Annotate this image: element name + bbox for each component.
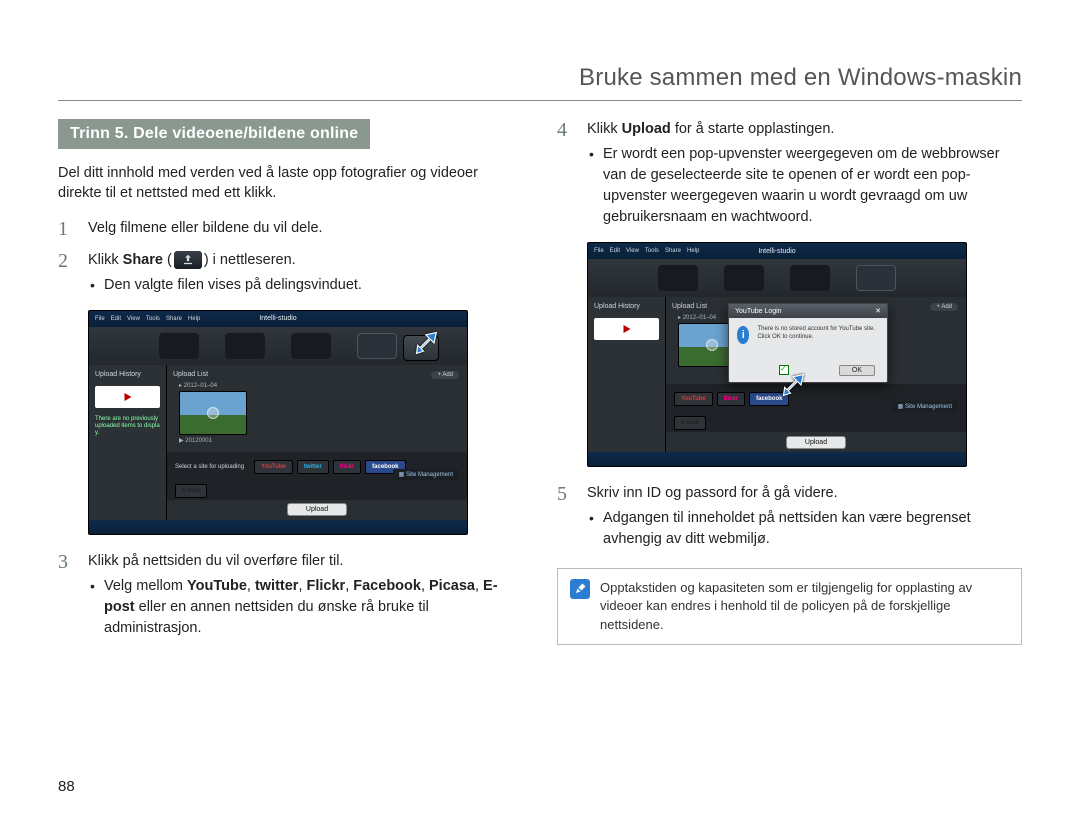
app-title: Intelli-studio [259, 311, 296, 327]
text-fragment: Klikk [88, 252, 123, 268]
filename: ▶ 20120001 [179, 437, 461, 444]
menu-item: Tools [146, 316, 160, 322]
menu-item: Help [188, 316, 200, 322]
ok-button: OK [839, 365, 875, 376]
callout-arrow-icon [413, 329, 441, 357]
text-fragment: ) i nettleseren. [204, 252, 296, 268]
menu-item: Edit [610, 248, 620, 254]
tool-share [856, 265, 896, 291]
step-body: Klikk Share ( ) i nettleseren. Den valgte… [88, 250, 523, 300]
step-number: 2 [58, 250, 74, 300]
menu-item: File [95, 316, 105, 322]
side-text: There are no previously uploaded items t… [95, 416, 160, 438]
page-header-title: Bruke sammen med en Windows-maskin [58, 64, 1022, 101]
upload-history-panel: Upload History There are no previously u… [89, 365, 167, 520]
app-footer [89, 520, 467, 534]
site-flickr: flickr [340, 464, 354, 470]
tool-library [159, 333, 199, 359]
step-body: Klikk på nettsiden du vil overføre filer… [88, 551, 523, 643]
info-icon: i [737, 326, 749, 344]
site-facebook: facebook [756, 396, 782, 402]
right-column: 4 Klikk Upload for å starte opplastingen… [557, 119, 1022, 653]
menu-item: View [626, 248, 639, 254]
site-email: E-mail [681, 420, 699, 426]
step-4: 4 Klikk Upload for å starte opplastingen… [557, 119, 1022, 232]
menu-item: Share [665, 248, 681, 254]
panel-label: Upload History [594, 303, 659, 310]
panel-label: Upload List [173, 371, 461, 378]
youtube-icon [594, 318, 659, 340]
step-5: 5 Skriv inn ID og passord for å gå vider… [557, 483, 1022, 554]
tool-movie-edit [724, 265, 764, 291]
bullet-item: Velg mellom YouTube, twitter, Flickr, Fa… [88, 576, 523, 639]
share-label: Share [123, 252, 163, 268]
site-youtube: YouTube [681, 396, 706, 402]
popup-text: There is no stored account for YouTube s… [757, 326, 879, 344]
menu-item: Tools [645, 248, 659, 254]
add-button: + Add [431, 371, 459, 379]
site-youtube: YouTube [261, 464, 286, 470]
text-fragment: ( [163, 252, 172, 268]
callout-arrow-icon [780, 371, 808, 399]
tool-photo-edit [790, 265, 830, 291]
left-column: Trinn 5. Dele videoene/bildene online De… [58, 119, 523, 653]
step-body: Velg filmene eller bildene du vil dele. [88, 218, 523, 240]
step-number: 4 [557, 119, 573, 232]
app-title: Intelli-studio [758, 243, 795, 259]
youtube-icon [95, 386, 160, 408]
page-number: 88 [58, 778, 75, 795]
menu-item: Help [687, 248, 699, 254]
login-popup: YouTube Login✕ i There is no stored acco… [728, 303, 888, 383]
share-icon [174, 251, 202, 269]
step-1: 1 Velg filmene eller bildene du vil dele… [58, 218, 523, 240]
screenshot-share-window: File Edit View Tools Share Help Intelli-… [88, 310, 468, 535]
step-body: Skriv inn ID og passord for å gå videre.… [587, 483, 1022, 554]
site-email: E-mail [182, 488, 200, 494]
bullet-item: Er wordt een pop-upvenster weergegeven o… [587, 144, 1022, 228]
upload-button: Upload [786, 436, 846, 449]
site-twitter: twitter [304, 464, 322, 470]
tool-photo-edit [291, 333, 331, 359]
note-text: Opptakstiden og kapasiteten som er tilgj… [600, 579, 1009, 634]
date-label: ▸ 2012–01–04 [179, 382, 461, 389]
note-icon [570, 579, 590, 599]
upload-list-panel: Upload List + Add ▸ 2012–01–04 ▶ 2012000… [167, 365, 467, 520]
thumbnail [179, 391, 247, 435]
close-icon: ✕ [875, 307, 881, 315]
bullet-item: Adgangen til inneholdet på nettsiden kan… [587, 508, 1022, 550]
add-button: + Add [930, 303, 958, 311]
menu-item: Edit [111, 316, 121, 322]
step-2: 2 Klikk Share ( ) i nettleseren. Den valg… [58, 250, 523, 300]
app-footer [588, 452, 966, 466]
site-flickr: flickr [724, 396, 738, 402]
note-box: Opptakstiden og kapasiteten som er tilgj… [557, 568, 1022, 645]
step-number: 5 [557, 483, 573, 554]
intro-text: Del ditt innhold med verden ved å laste … [58, 163, 523, 204]
menu-item: View [127, 316, 140, 322]
bullet-item: Den valgte filen vises på delingsvinduet… [88, 275, 523, 296]
screenshot-login-popup: File Edit View Tools Share Help Intelli-… [587, 242, 967, 467]
site-management: ▦ Site Management [892, 401, 958, 412]
site-management: ▦ Site Management [393, 469, 459, 480]
step5-banner: Trinn 5. Dele videoene/bildene online [58, 119, 370, 149]
sites-header: Select a site for uploading [175, 464, 244, 470]
tool-share [357, 333, 397, 359]
upload-button: Upload [287, 503, 347, 516]
step-3: 3 Klikk på nettsiden du vil overføre fil… [58, 551, 523, 643]
menu-item: File [594, 248, 604, 254]
step-body: Klikk Upload for å starte opplastingen. … [587, 119, 1022, 232]
step-number: 1 [58, 218, 74, 240]
tool-library [658, 265, 698, 291]
app-toolbar [588, 259, 966, 297]
step-number: 3 [58, 551, 74, 643]
tool-movie-edit [225, 333, 265, 359]
popup-header: YouTube Login✕ [729, 304, 887, 318]
panel-label: Upload History [95, 371, 160, 378]
menu-item: Share [166, 316, 182, 322]
upload-history-panel: Upload History [588, 297, 666, 452]
